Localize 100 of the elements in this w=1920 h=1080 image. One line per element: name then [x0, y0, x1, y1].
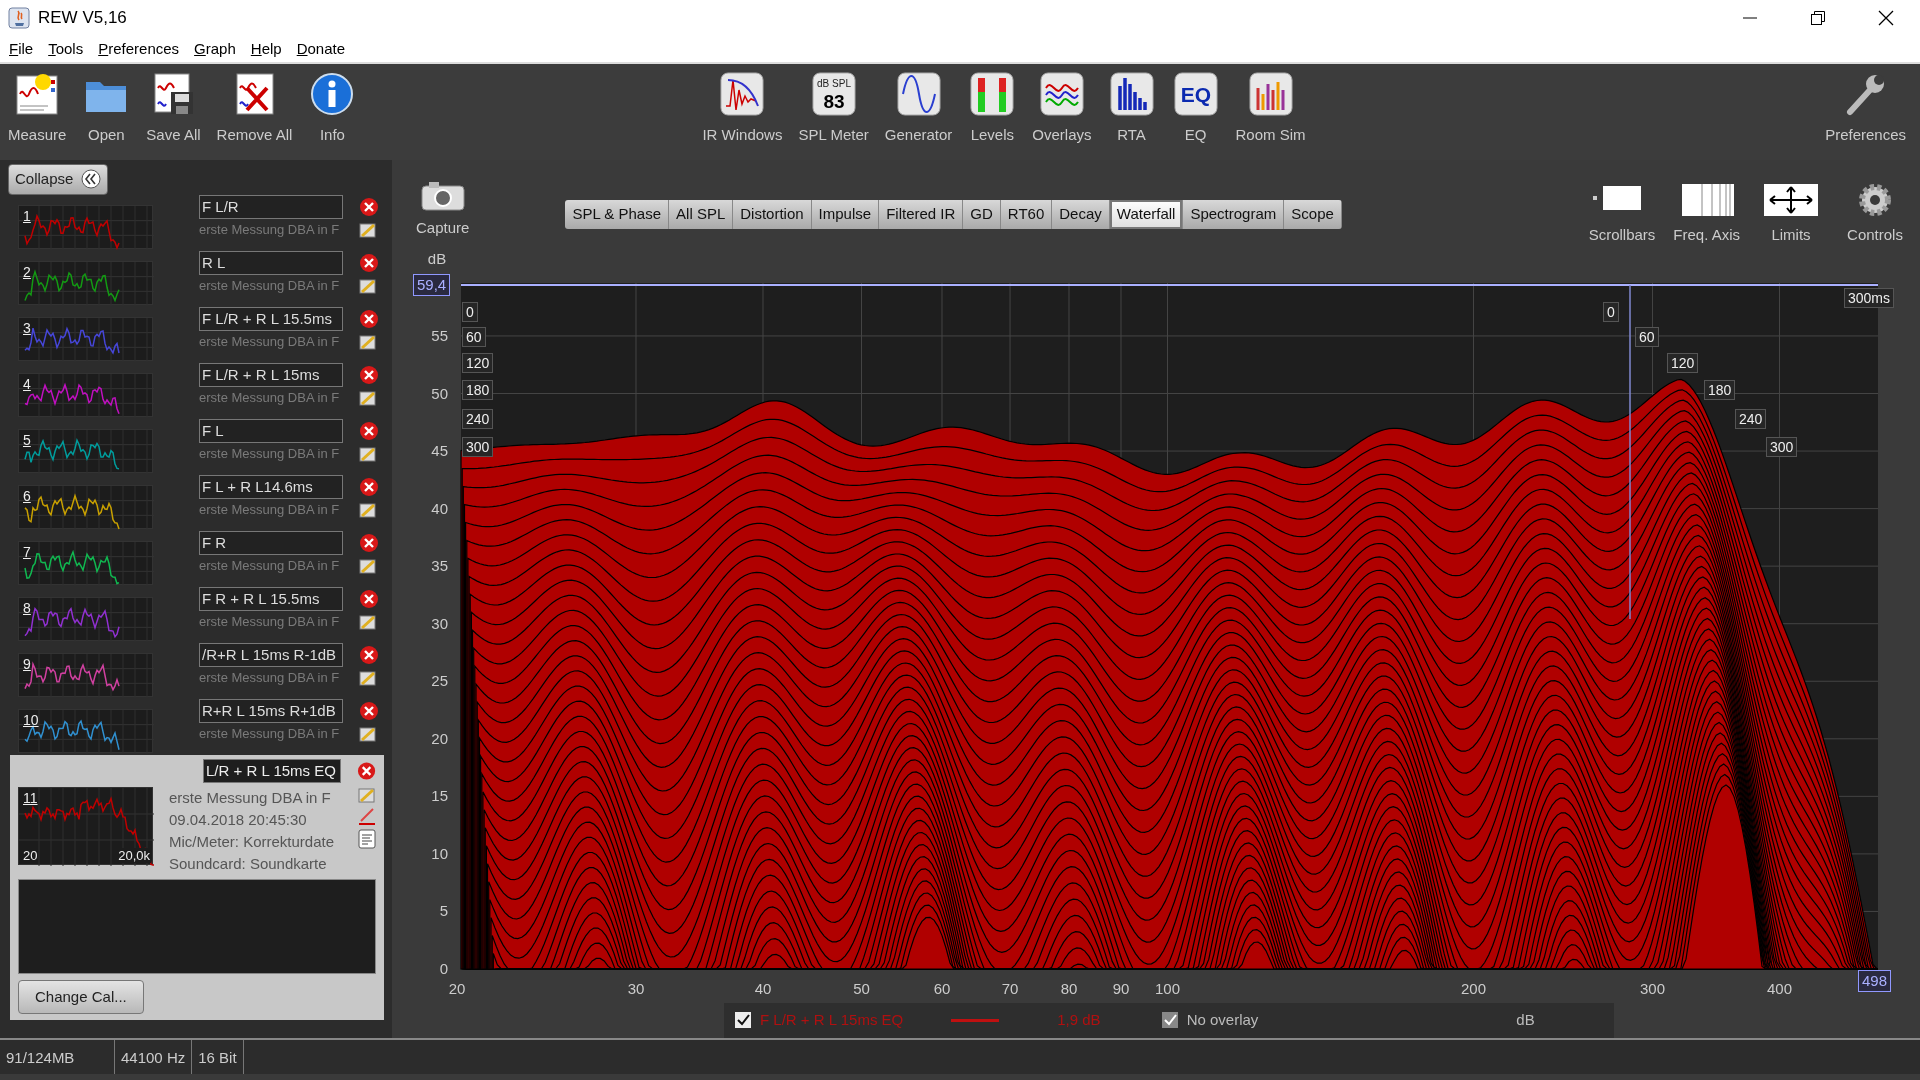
name-field[interactable]: L/R + R L 15ms EQ — [203, 758, 341, 783]
graph-tab[interactable]: Scope — [1284, 200, 1342, 229]
remove-icon[interactable] — [359, 364, 379, 385]
measurement-number: 9 — [23, 654, 31, 674]
remove-icon[interactable] — [359, 476, 379, 497]
graph-control-button[interactable]: Scrollbars — [1582, 182, 1662, 247]
measurement-thumbnail[interactable]: 9 — [18, 652, 153, 697]
graph-control-button[interactable]: Limits — [1752, 182, 1830, 247]
menu-item[interactable]: Help — [241, 37, 288, 61]
measurement-thumbnail[interactable]: 2 — [18, 260, 153, 305]
edit-icon[interactable] — [359, 445, 377, 462]
name-field[interactable]: F R + R L 15.5ms — [199, 586, 343, 611]
graph-tab[interactable]: Decay — [1052, 200, 1110, 229]
remove-icon[interactable] — [359, 644, 379, 665]
toolbar-button[interactable]: IR Windows — [694, 70, 791, 147]
capture-button[interactable]: Capture — [410, 180, 476, 241]
measurement-thumbnail[interactable]: 10 — [18, 708, 153, 753]
edit-icon[interactable] — [359, 501, 377, 518]
graph-tab[interactable]: All SPL — [669, 200, 734, 229]
name-field[interactable]: F L/R — [199, 194, 343, 219]
remove-icon[interactable] — [359, 532, 379, 553]
measurement-thumbnail[interactable]: 3 — [18, 316, 153, 361]
graph-tab[interactable]: GD — [963, 200, 1001, 229]
camera-icon — [420, 181, 465, 211]
preferences-button[interactable]: Preferences — [1817, 70, 1914, 147]
menu-item[interactable]: File — [0, 37, 40, 61]
axis-label: 20,0k — [117, 847, 151, 863]
axis-tick-label: 20 — [431, 729, 448, 747]
toolbar-button[interactable]: Measure — [0, 70, 75, 147]
change-cal-button[interactable]: Change Cal... — [18, 979, 144, 1014]
axis-tick-label: 50 — [431, 384, 448, 402]
checkbox[interactable] — [734, 1011, 752, 1030]
notes-field[interactable] — [18, 878, 376, 974]
edit-icon[interactable] — [359, 333, 377, 350]
measurement-thumbnail[interactable]: 4 — [18, 372, 153, 417]
measurement-note: erste Messung DBA in F — [199, 668, 341, 687]
edit-icon[interactable] — [359, 221, 377, 238]
graph-tab[interactable]: SPL & Phase — [565, 200, 670, 229]
toolbar-button[interactable]: Open — [74, 70, 139, 147]
measurement-thumbnail[interactable]: 6 — [18, 484, 153, 529]
checkbox[interactable] — [1160, 1011, 1179, 1030]
graph-control-button[interactable]: Controls — [1836, 182, 1914, 247]
measurement-thumbnail[interactable]: 11 20 20,0k — [18, 786, 153, 865]
menu-item[interactable]: Graph — [185, 37, 242, 61]
measurement-number: 3 — [23, 318, 31, 338]
toolbar-button[interactable]: Levels — [960, 70, 1025, 147]
measurement-note: erste Messung DBA in F — [199, 612, 341, 631]
bar-chart-icon — [1246, 70, 1295, 118]
restore-icon[interactable] — [1810, 10, 1826, 26]
graph-tab[interactable]: Waterfall — [1109, 200, 1184, 229]
calibration-icon[interactable] — [358, 806, 376, 825]
toolbar-button[interactable]: RTA — [1099, 70, 1164, 147]
app-icon — [8, 7, 30, 29]
toolbar-button[interactable]: Room Sim — [1227, 70, 1314, 147]
edit-icon[interactable] — [359, 277, 377, 294]
toolbar-button[interactable]: Save All — [138, 70, 209, 147]
close-icon[interactable] — [1878, 10, 1894, 26]
graph-tab[interactable]: Impulse — [811, 200, 880, 229]
toolbar-button[interactable]: dB SPL 83 SPL Meter — [790, 70, 877, 147]
name-field[interactable]: F L/R + R L 15ms — [199, 362, 343, 387]
name-field[interactable]: F L + R L14.6ms — [199, 474, 343, 499]
edit-icon[interactable] — [359, 557, 377, 574]
legend-label: F L/R + R L 15ms EQ — [760, 1010, 904, 1030]
toolbar-button[interactable]: EQ EQ — [1163, 70, 1228, 147]
menu-item[interactable]: Preferences — [89, 37, 186, 61]
graph-tab[interactable]: Spectrogram — [1183, 200, 1285, 229]
collapse-button[interactable]: Collapse — [8, 164, 109, 195]
remove-icon[interactable] — [359, 420, 379, 441]
name-field[interactable]: R L — [199, 250, 343, 275]
name-field[interactable]: F L/R + R L 15.5ms — [199, 306, 343, 331]
toolbar-button[interactable]: Generator — [876, 70, 961, 147]
measurement-thumbnail[interactable]: 5 — [18, 428, 153, 473]
edit-icon[interactable] — [359, 669, 377, 686]
remove-icon[interactable] — [359, 308, 379, 329]
name-field[interactable]: /R+R L 15ms R-1dB — [199, 642, 343, 667]
measurement-thumbnail[interactable]: 8 — [18, 596, 153, 641]
remove-icon[interactable] — [359, 700, 379, 721]
remove-icon[interactable] — [359, 588, 379, 609]
remove-icon[interactable] — [359, 252, 379, 273]
edit-icon[interactable] — [359, 613, 377, 630]
name-field[interactable]: F L — [199, 418, 343, 443]
toolbar-button[interactable]: Overlays — [1024, 70, 1100, 147]
menu-item[interactable]: Donate — [287, 37, 352, 61]
graph-tab[interactable]: RT60 — [1000, 200, 1053, 229]
name-field[interactable]: R+R L 15ms R+1dB — [199, 698, 343, 723]
graph-tab[interactable]: Filtered IR — [879, 200, 964, 229]
measurement-thumbnail[interactable]: 1 — [18, 204, 153, 249]
toolbar-button[interactable]: Remove All — [208, 70, 301, 147]
edit-icon[interactable] — [359, 725, 377, 742]
measurement-thumbnail[interactable]: 7 — [18, 540, 153, 585]
spl-meter-icon: dB SPL 83 — [809, 70, 858, 118]
chevrons-left-icon — [81, 169, 102, 190]
edit-icon[interactable] — [359, 389, 377, 406]
name-field[interactable]: F R — [199, 530, 343, 555]
menu-item[interactable]: Tools — [39, 37, 90, 61]
document-icon[interactable] — [358, 828, 376, 849]
remove-icon[interactable] — [359, 196, 379, 217]
graph-tab[interactable]: Distortion — [733, 200, 812, 229]
graph-control-button[interactable]: Freq. Axis — [1667, 182, 1746, 247]
toolbar-button[interactable]: Info — [300, 70, 365, 147]
